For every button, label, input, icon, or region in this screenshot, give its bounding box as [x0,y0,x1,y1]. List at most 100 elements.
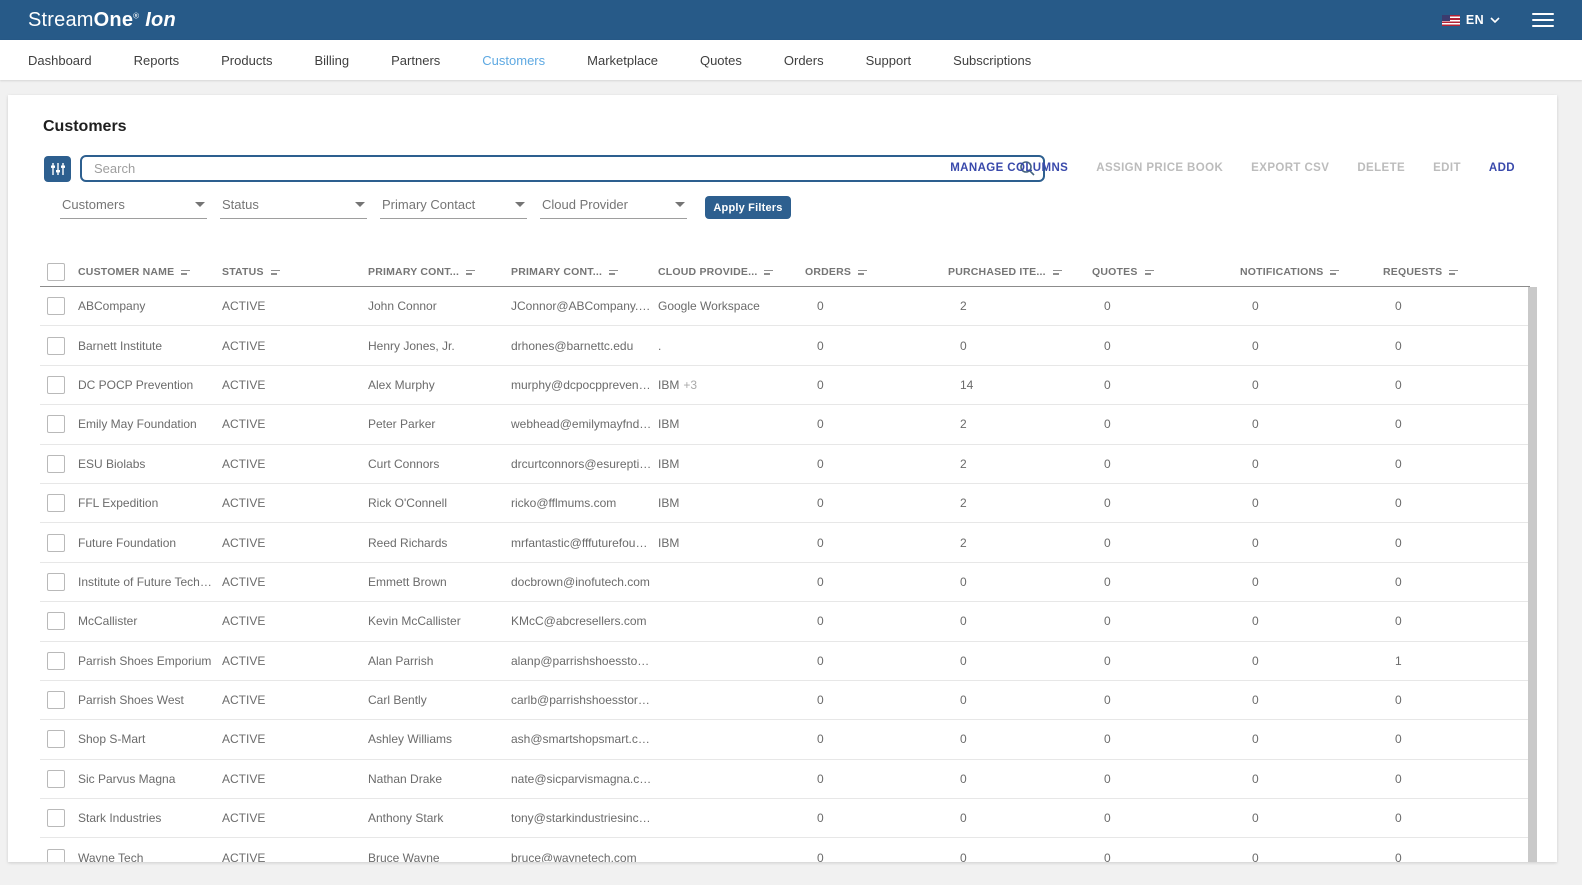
cell-email: drhones@barnettc.edu [511,339,658,353]
cell-email: docbrown@inofutech.com [511,575,658,589]
table-row-dc-pocp-prevention[interactable]: DC POCP PreventionACTIVEAlex Murphymurph… [40,366,1530,405]
select-all-checkbox[interactable] [47,263,65,281]
vertical-scrollbar[interactable] [1528,287,1537,862]
column-label: CLOUD PROVIDE... [658,266,757,278]
cell-orders: 0 [805,417,948,431]
sort-icon[interactable] [858,270,867,275]
customers-select[interactable]: Customers [60,195,207,219]
add-button[interactable]: ADD [1489,162,1515,174]
table-row-abcompany[interactable]: ABCompanyACTIVEJohn ConnorJConnor@ABComp… [40,287,1530,326]
cell-quotes: 0 [1092,417,1240,431]
cell-name: Parrish Shoes West [78,693,222,707]
sort-icon[interactable] [764,270,773,275]
row-checkbox-cell [40,652,78,670]
table-actions: MANAGE COLUMNSASSIGN PRICE BOOKEXPORT CS… [950,162,1515,174]
row-checkbox[interactable] [47,770,65,788]
nav-item-quotes[interactable]: Quotes [700,53,742,68]
nav-item-reports[interactable]: Reports [134,53,180,68]
nav-item-products[interactable]: Products [221,53,272,68]
sort-icon[interactable] [181,270,190,275]
table-row-institute-of-future-technology[interactable]: Institute of Future TechnologyACTIVEEmme… [40,563,1530,602]
row-checkbox[interactable] [47,337,65,355]
brand-one: One [94,9,134,31]
primary-contact-select[interactable]: Primary Contact [380,195,527,219]
nav-item-orders[interactable]: Orders [784,53,824,68]
search-input[interactable] [80,155,1045,182]
sort-icon[interactable] [1145,270,1154,275]
row-checkbox[interactable] [47,730,65,748]
table-row-parrish-shoes-emporium[interactable]: Parrish Shoes EmporiumACTIVEAlan Parrish… [40,642,1530,681]
cell-name: Sic Parvus Magna [78,772,222,786]
row-checkbox[interactable] [47,612,65,630]
row-checkbox[interactable] [47,494,65,512]
row-checkbox-cell [40,494,78,512]
cell-status: ACTIVE [222,693,368,707]
sort-icon[interactable] [1449,270,1458,275]
language-selector[interactable]: EN [1442,13,1500,27]
sort-icon[interactable] [609,270,618,275]
row-checkbox[interactable] [47,849,65,862]
nav-item-subscriptions[interactable]: Subscriptions [953,53,1031,68]
table-row-wayne-tech[interactable]: Wayne TechACTIVEBruce Waynebruce@waynete… [40,838,1530,862]
cell-email: alanp@parrishshoesstore.com n [511,654,658,668]
row-checkbox[interactable] [47,455,65,473]
row-checkbox[interactable] [47,297,65,315]
cell-name: Stark Industries [78,811,222,825]
cell-purchased: 0 [948,732,1092,746]
nav-item-partners[interactable]: Partners [391,53,440,68]
cell-quotes: 0 [1092,457,1240,471]
cell-email: JConnor@ABCompany.com [511,299,658,313]
table-body: ABCompanyACTIVEJohn ConnorJConnor@ABComp… [40,287,1530,862]
filter-sliders-button[interactable] [44,156,71,182]
row-checkbox[interactable] [47,691,65,709]
nav-item-support[interactable]: Support [866,53,912,68]
row-checkbox[interactable] [47,573,65,591]
cell-orders: 0 [805,299,948,313]
manage-columns-button[interactable]: MANAGE COLUMNS [950,162,1068,174]
table-row-ffl-expedition[interactable]: FFL ExpeditionACTIVERick O'Connellricko@… [40,484,1530,523]
sort-icon[interactable] [271,270,280,275]
cell-notifications: 0 [1240,693,1383,707]
table-row-emily-may-foundation[interactable]: Emily May FoundationACTIVEPeter Parkerwe… [40,405,1530,444]
row-checkbox[interactable] [47,415,65,433]
table-row-stark-industries[interactable]: Stark IndustriesACTIVEAnthony Starktony@… [40,799,1530,838]
cloud-provider-select[interactable]: Cloud Provider [540,195,687,219]
table-row-parrish-shoes-west[interactable]: Parrish Shoes WestACTIVECarl Bentlycarlb… [40,681,1530,720]
row-checkbox[interactable] [47,376,65,394]
sort-icon[interactable] [1053,270,1062,275]
apply-filters-button[interactable]: Apply Filters [705,196,791,219]
table-row-esu-biolabs[interactable]: ESU BiolabsACTIVECurt Connorsdrcurtconno… [40,445,1530,484]
column-header-orders: ORDERS [805,266,948,278]
status-select[interactable]: Status [220,195,367,219]
nav-item-billing[interactable]: Billing [314,53,349,68]
row-checkbox-cell [40,612,78,630]
nav-item-dashboard[interactable]: Dashboard [28,53,92,68]
row-checkbox[interactable] [47,534,65,552]
cell-email: bruce@waynetech.com [511,851,658,862]
table-row-shop-s-mart[interactable]: Shop S-MartACTIVEAshley Williamsash@smar… [40,720,1530,759]
row-checkbox-cell [40,455,78,473]
sort-icon[interactable] [466,270,475,275]
row-checkbox[interactable] [47,652,65,670]
table-row-future-foundation[interactable]: Future FoundationACTIVEReed Richardsmrfa… [40,523,1530,562]
cell-quotes: 0 [1092,811,1240,825]
cell-requests: 0 [1383,732,1530,746]
table-row-barnett-institute[interactable]: Barnett InstituteACTIVEHenry Jones, Jr.d… [40,326,1530,365]
nav-item-marketplace[interactable]: Marketplace [587,53,658,68]
column-label: PRIMARY CONT... [511,266,602,278]
select-label: Customers [62,197,125,212]
cell-name: Wayne Tech [78,851,222,862]
hamburger-menu-icon[interactable] [1532,13,1554,27]
row-checkbox[interactable] [47,809,65,827]
cell-quotes: 0 [1092,772,1240,786]
cell-quotes: 0 [1092,654,1240,668]
column-label: NOTIFICATIONS [1240,266,1323,278]
nav-item-customers[interactable]: Customers [482,53,545,68]
table-row-sic-parvus-magna[interactable]: Sic Parvus MagnaACTIVENathan Drakenate@s… [40,760,1530,799]
table-row-mccallister[interactable]: McCallisterACTIVEKevin McCallisterKMcC@a… [40,602,1530,641]
row-checkbox-cell [40,297,78,315]
sort-icon[interactable] [1330,270,1339,275]
column-header-name: CUSTOMER NAME [78,266,222,278]
cell-name: Institute of Future Technology [78,575,222,589]
cell-email: webhead@emilymayfnd.com [511,417,658,431]
